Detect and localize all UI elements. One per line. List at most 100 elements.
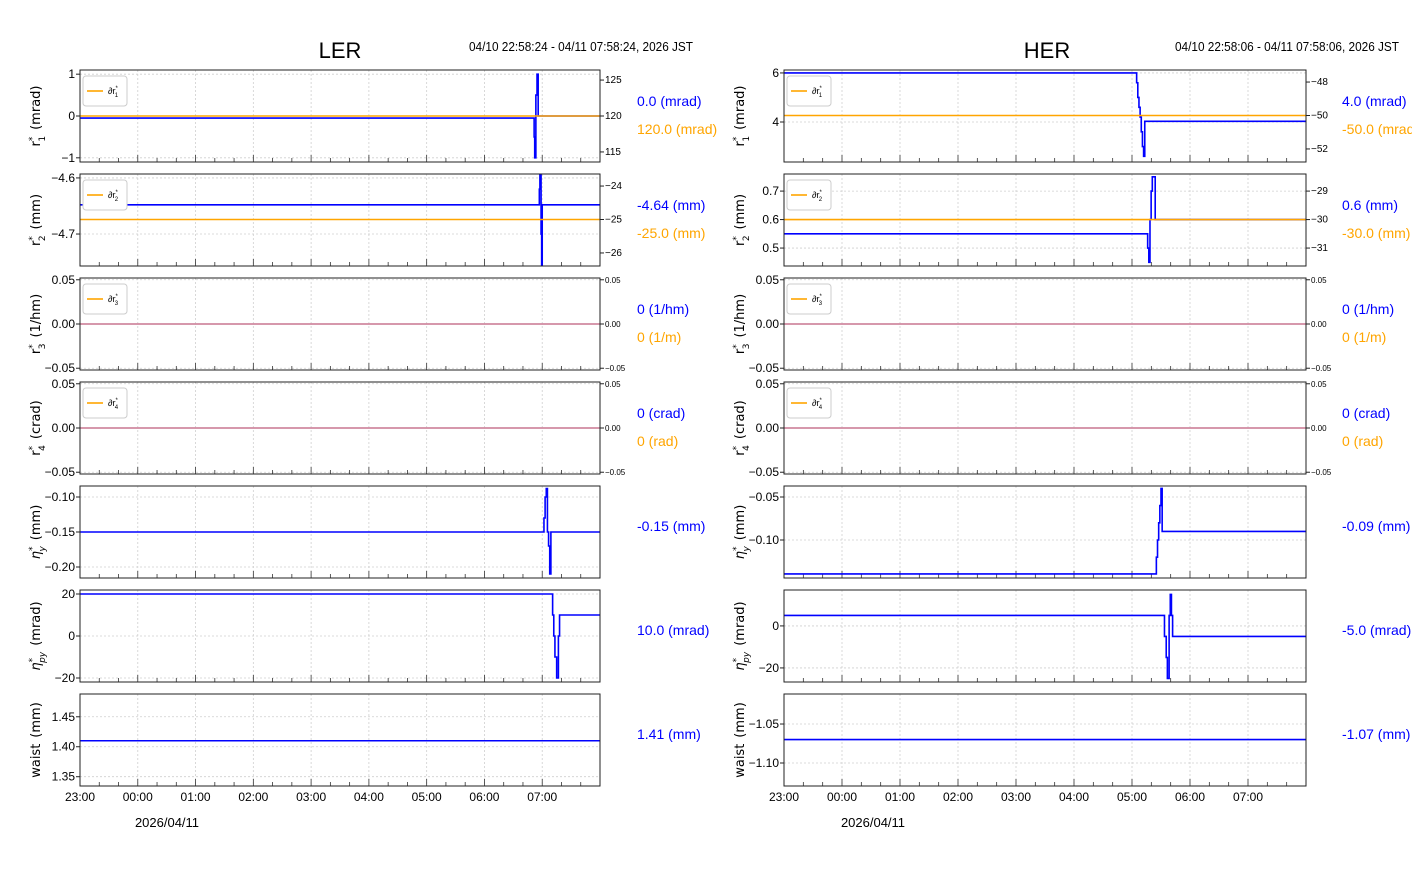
y-label-unit: (mrad)	[29, 86, 44, 130]
right-y-tick-label: 120	[605, 111, 622, 122]
x-tick-label: 00:00	[123, 790, 153, 804]
right-y-tick-label: −25	[605, 214, 622, 225]
series-line-value	[784, 593, 1306, 680]
y-label-subscript: 2	[742, 235, 752, 241]
figure: LER 04/10 22:58:24 - 04/11 07:58:24, 2026…	[28, 38, 1412, 830]
legend: ∂r* 3	[82, 283, 128, 315]
y-tick-label: −4.7	[51, 227, 75, 241]
current-value-label: 0.0 (mrad)	[637, 93, 702, 109]
current-value-label: 0 (1/m)	[1342, 329, 1386, 345]
right-y-tick-label: −0.05	[605, 364, 626, 373]
panel-r4-3: 0.050.00−0.050.050.00−0.05r*4(crad) ∂r* 4 0…	[732, 377, 1390, 479]
panel-waist-6: −1.05 −1.10waist (mm) -1.07 (mm)	[733, 693, 1410, 787]
right-y-tick-label: 0.00	[605, 424, 621, 433]
y-label-unit: (mrad)	[733, 601, 748, 645]
x-tick-label: 01:00	[181, 790, 211, 804]
right-y-tick-label: −52	[1311, 144, 1328, 155]
right-y-tick-label: 0.00	[1311, 424, 1327, 433]
current-value-label: 4.0 (mrad)	[1342, 93, 1407, 109]
right-y-tick-label: −29	[1311, 186, 1328, 197]
right-y-tick-label: 0.05	[605, 276, 621, 285]
y-label-subscript: 1	[742, 136, 752, 142]
y-label-subscript: py	[742, 651, 752, 664]
y-tick-label: 0.7	[762, 184, 779, 198]
panel-r1-0: 64−48−50−52r*1(mrad) ∂r* 1 4.0 (mrad)-50.0 …	[732, 66, 1412, 163]
y-tick-label: −0.05	[45, 465, 76, 479]
x-tick-label: 02:00	[943, 790, 973, 804]
y-tick-label: −0.05	[749, 361, 780, 375]
y-tick-label: −1	[61, 151, 75, 165]
right-y-tick-label: 0.00	[1311, 320, 1327, 329]
y-label-unit: (1/hm)	[733, 294, 748, 338]
current-value-label: 0 (crad)	[1342, 405, 1390, 421]
current-value-label: -4.64 (mm)	[637, 197, 705, 213]
y-label-superscript: *	[732, 546, 742, 551]
y-tick-label: 6	[772, 66, 779, 80]
right-y-tick-label: 0.00	[605, 320, 621, 329]
right-y-tick-label: −30	[1311, 215, 1328, 226]
time-range-label: 04/10 22:58:06 - 04/11 07:58:06, 2026 JS…	[1175, 39, 1399, 54]
y-tick-label: −1.10	[749, 756, 780, 770]
series-line-value	[80, 487, 600, 575]
right-y-tick-label: 0.05	[605, 380, 621, 389]
current-value-label: -1.07 (mm)	[1342, 726, 1410, 742]
right-y-tick-label: −0.05	[605, 468, 626, 477]
x-tick-label: 06:00	[469, 790, 499, 804]
panel-r3-2: 0.050.00−0.050.050.00−0.05r*3(1/hm) ∂r* 3 0…	[732, 273, 1394, 375]
current-value-label: -25.0 (mm)	[637, 225, 705, 241]
y-tick-label: −20	[55, 671, 76, 685]
legend: ∂r* 4	[786, 387, 832, 419]
legend: ∂r* 2	[786, 179, 832, 211]
legend: ∂r* 2	[82, 179, 128, 211]
panel-r2-1: 0.70.60.5−29−30−31r*2(mm) ∂r* 2 0.6 (mm)-30…	[732, 173, 1410, 267]
panel-y-4: −0.10−0.15−0.20η*y(mm) -0.15 (mm)	[28, 485, 705, 579]
y-tick-label: −0.05	[749, 465, 780, 479]
y-tick-label: −0.10	[749, 533, 780, 547]
y-axis-label: η*py(mrad)	[732, 601, 752, 670]
y-label-superscript: *	[28, 344, 38, 349]
current-value-label: 0 (1/m)	[637, 329, 681, 345]
y-label-unit: (mm)	[733, 702, 748, 737]
y-label-superscript: *	[28, 136, 38, 141]
y-tick-label: −0.15	[45, 525, 76, 539]
right-y-tick-label: −0.05	[1311, 468, 1332, 477]
y-label-superscript: *	[732, 136, 742, 141]
right-y-tick-label: 0.05	[1311, 380, 1327, 389]
y-axis-label: r*1(mrad)	[28, 86, 48, 147]
panel-py-5: 0−20η*py(mrad) -5.0 (mrad)	[732, 589, 1411, 683]
y-label-unit: (mrad)	[733, 86, 748, 130]
y-tick-label: 0.00	[52, 317, 76, 331]
x-tick-label: 03:00	[1001, 790, 1031, 804]
panel-r1-0: −101115120125r*1(mrad) ∂r* 1 0.0 (mrad)120.…	[28, 67, 717, 165]
x-tick-label: 07:00	[1233, 790, 1263, 804]
x-tick-label: 03:00	[296, 790, 326, 804]
y-tick-label: 0.05	[52, 377, 76, 391]
x-tick-label: 00:00	[827, 790, 857, 804]
y-axis-label: r*1(mrad)	[732, 86, 752, 147]
y-label-subscript: py	[38, 651, 48, 664]
y-tick-label: 0.5	[762, 241, 779, 255]
y-tick-label: 0.00	[52, 421, 76, 435]
current-value-label: -0.15 (mm)	[637, 518, 705, 534]
right-y-tick-label: −26	[605, 248, 622, 259]
x-tick-label: 07:00	[527, 790, 557, 804]
y-label-superscript: *	[28, 657, 38, 662]
y-label-unit: (mm)	[29, 505, 44, 540]
y-axis-label: η*py(mrad)	[28, 601, 48, 670]
y-label-unit: (mm)	[29, 702, 44, 737]
right-y-tick-label: −0.05	[1311, 364, 1332, 373]
y-tick-label: 0	[68, 629, 75, 643]
panel-r4-3: 0.050.00−0.050.050.00−0.05r*4(crad) ∂r* 4 0…	[28, 377, 685, 479]
current-value-label: 0.6 (mm)	[1342, 197, 1398, 213]
current-value-label: -30.0 (mm)	[1342, 225, 1410, 241]
right-y-tick-label: 0.05	[1311, 276, 1327, 285]
legend: ∂r* 3	[786, 283, 832, 315]
panel-py-5: 200−20η*py(mrad) 10.0 (mrad)	[28, 587, 709, 685]
current-value-label: 0 (rad)	[637, 433, 678, 449]
y-tick-label: 4	[772, 115, 779, 129]
y-label-superscript: *	[732, 445, 742, 450]
y-label-unit: (mm)	[29, 194, 44, 229]
x-tick-label: 23:00	[769, 790, 799, 804]
panel-waist-6: 1.45 1.40 1.35 waist (mm) 1.41 (mm)	[29, 693, 701, 787]
x-tick-label: 02:00	[238, 790, 268, 804]
